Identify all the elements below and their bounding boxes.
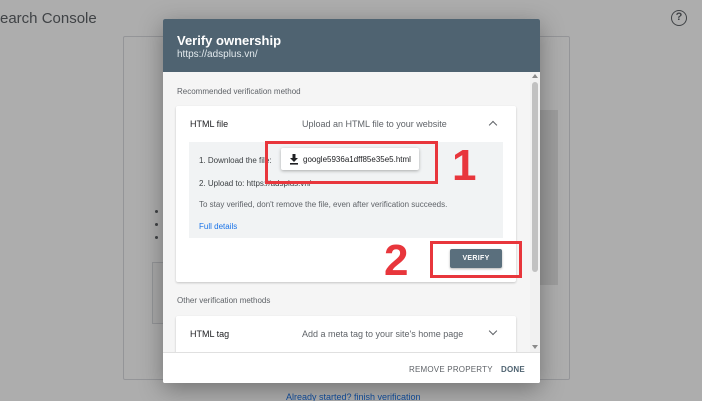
dialog-header: Verify ownership https://adsplus.vn/	[163, 19, 540, 72]
annotation-box-verify	[430, 241, 522, 278]
annotation-box-download	[265, 141, 438, 184]
dialog-footer: REMOVE PROPERTY DONE	[163, 352, 540, 383]
method-name[interactable]: HTML tag	[190, 329, 229, 339]
remove-property-button[interactable]: REMOVE PROPERTY	[409, 365, 493, 374]
annotation-number-1: 1	[452, 141, 477, 190]
method-description[interactable]: Add a meta tag to your site's home page	[302, 329, 463, 339]
verify-ownership-dialog: Verify ownership https://adsplus.vn/ Rec…	[163, 19, 540, 383]
scroll-down-arrow-icon[interactable]	[532, 345, 538, 349]
full-details-link[interactable]: Full details	[199, 222, 237, 231]
html-tag-method-card[interactable]: HTML tag Add a meta tag to your site's h…	[176, 316, 516, 352]
dialog-body[interactable]: Recommended verification method HTML fil…	[163, 72, 540, 352]
scroll-up-arrow-icon[interactable]	[532, 74, 538, 78]
done-button[interactable]: DONE	[501, 365, 525, 374]
recommended-method-label: Recommended verification method	[177, 87, 301, 96]
stay-verified-text: To stay verified, don't remove the file,…	[199, 200, 448, 209]
annotation-number-2: 2	[384, 236, 409, 285]
dialog-scrollbar[interactable]	[530, 72, 540, 352]
method-description[interactable]: Upload an HTML file to your website	[302, 119, 447, 129]
property-url: https://adsplus.vn/	[177, 49, 258, 60]
method-name[interactable]: HTML file	[190, 119, 228, 129]
other-methods-label: Other verification methods	[177, 296, 271, 305]
step-1-label: 1. Download the file:	[199, 156, 272, 165]
chevron-up-icon[interactable]	[488, 120, 498, 130]
scrollbar-thumb[interactable]	[532, 82, 538, 272]
chevron-down-icon[interactable]	[488, 326, 498, 336]
dialog-title: Verify ownership	[177, 33, 282, 48]
